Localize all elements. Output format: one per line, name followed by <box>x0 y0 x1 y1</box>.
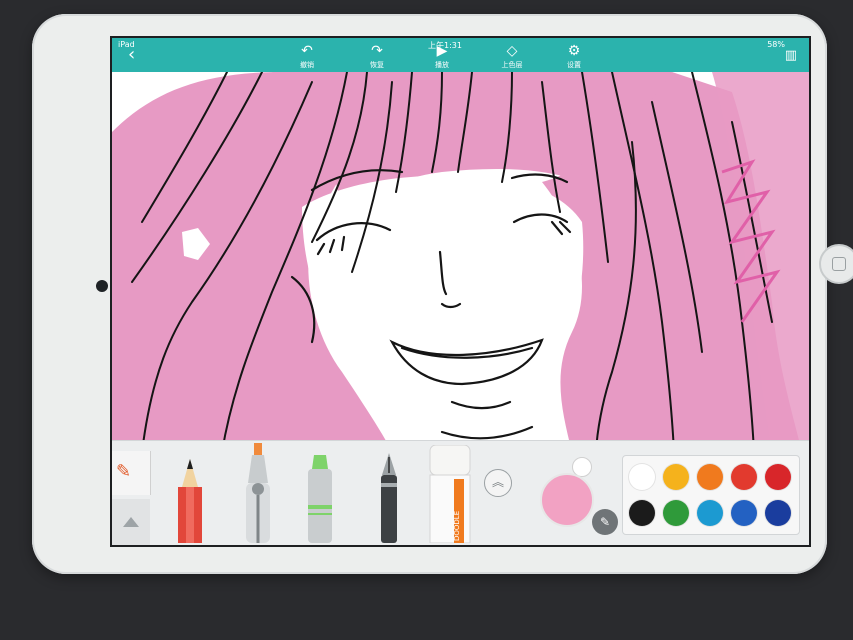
pencil-tool[interactable] <box>172 459 208 543</box>
time-label: 上午1:31 <box>428 41 462 50</box>
triangle-up-icon <box>123 517 139 527</box>
eyedropper-icon[interactable]: ✎ <box>592 509 618 535</box>
compass-marker-tool[interactable] <box>240 443 276 543</box>
play-label: 播放 <box>435 61 449 69</box>
bottom-toolbar: ✎ DOODLE ︽ ✎ <box>112 440 809 545</box>
drawing-canvas[interactable] <box>112 72 809 452</box>
color-panel: ✎ <box>528 451 618 541</box>
expand-tools-button[interactable]: ︽ <box>484 469 512 497</box>
eraser-tool[interactable]: DOODLE <box>428 445 472 543</box>
chevron-up-icon: ︽ <box>491 475 504 489</box>
swatch-red[interactable] <box>731 464 757 490</box>
app-screen: iPad 上午1:31 58% ‹ ↶ 撤销 ↷ 恢复 ▶ 播放 ◇ 上色层 ⚙… <box>110 36 811 547</box>
paintbrush-icon: ✎ <box>116 461 132 482</box>
swatch-blue[interactable] <box>731 500 757 526</box>
home-button[interactable] <box>819 244 853 284</box>
swatch-orange[interactable] <box>697 464 723 490</box>
fountain-pen-tool[interactable] <box>374 453 404 543</box>
front-camera <box>96 280 108 292</box>
swatch-green[interactable] <box>663 500 689 526</box>
collapse-toolbar-button[interactable] <box>112 499 150 545</box>
redo-label: 恢复 <box>370 61 384 69</box>
status-bar: iPad 上午1:31 58% <box>112 38 809 52</box>
eraser-label: DOODLE <box>453 511 461 541</box>
swatch-black[interactable] <box>629 500 655 526</box>
layers-label: 上色层 <box>501 61 523 69</box>
settings-label: 设置 <box>567 61 581 69</box>
swatch-yellow[interactable] <box>663 464 689 490</box>
undo-label: 撤销 <box>300 61 314 69</box>
swatch-navy[interactable] <box>765 500 791 526</box>
swatch-crimson[interactable] <box>765 464 791 490</box>
highlighter-tool[interactable] <box>300 455 340 543</box>
battery-label: 58% <box>767 40 785 49</box>
current-color-swatch[interactable] <box>540 473 594 527</box>
swatch-white[interactable] <box>629 464 655 490</box>
carrier-label: iPad <box>118 40 135 49</box>
brush-tab[interactable]: ✎ <box>112 451 151 495</box>
swatch-cyan[interactable] <box>697 500 723 526</box>
color-palette <box>622 455 800 535</box>
